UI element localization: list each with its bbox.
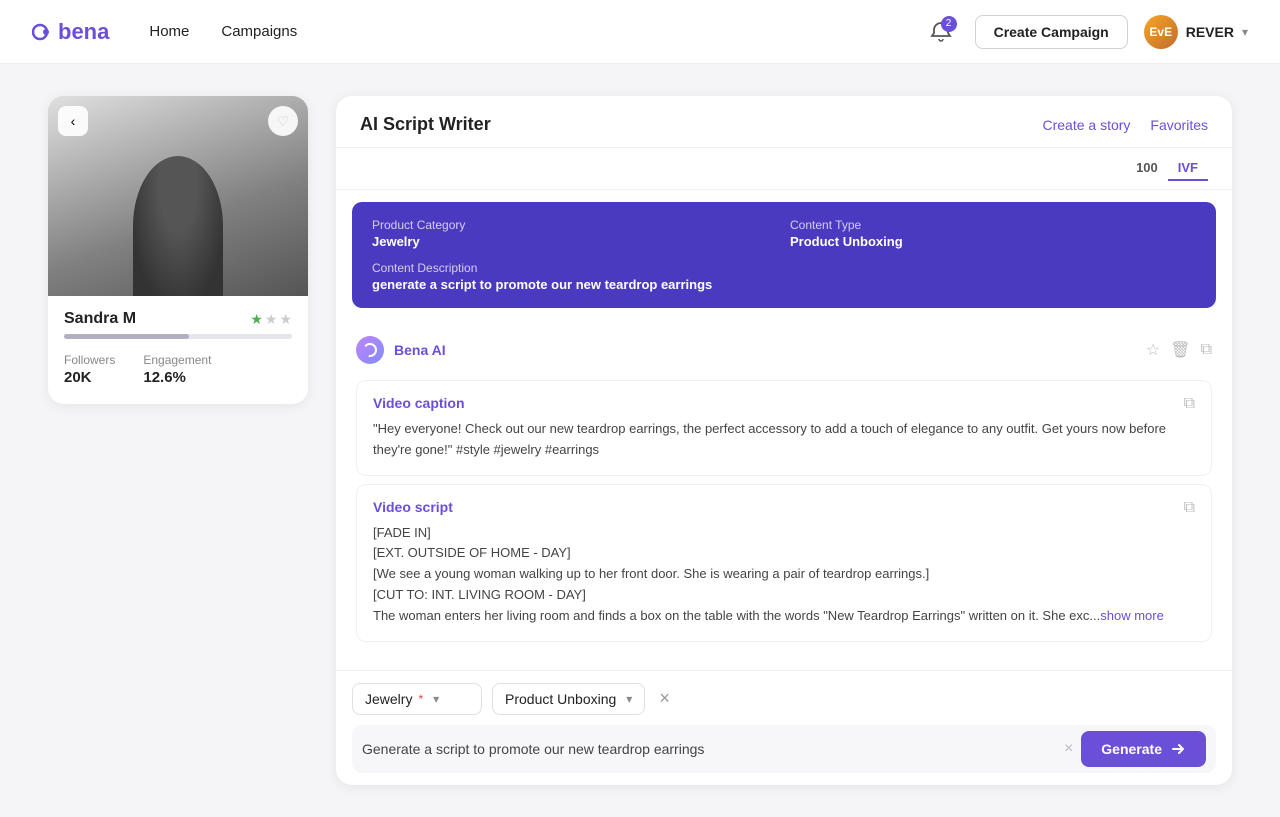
content-description-value: generate a script to promote our new tea… xyxy=(372,277,1196,292)
header-actions: Create a story Favorites xyxy=(1042,117,1208,133)
ai-avatar-row: Bena AI xyxy=(356,336,446,364)
content-description-field: Content Description generate a script to… xyxy=(372,261,1196,292)
create-story-link[interactable]: Create a story xyxy=(1042,117,1130,133)
chevron-down-icon: ▾ xyxy=(1242,25,1248,39)
influencer-card: ‹ ♡ Sandra M ★ ★ ★ Followers xyxy=(48,96,308,404)
ai-delete-button[interactable]: 🗑 xyxy=(1170,340,1190,360)
summary-grid: Product Category Jewelry Content Type Pr… xyxy=(372,218,1196,249)
category-chevron-icon: ▾ xyxy=(433,692,439,706)
script-header: AI Script Writer Create a story Favorite… xyxy=(336,96,1232,148)
influencer-info: Sandra M ★ ★ ★ Followers 20K xyxy=(48,296,308,404)
video-caption-section: Video caption ⧉ "Hey everyone! Check out… xyxy=(356,380,1212,476)
user-menu[interactable]: EvE REVER ▾ xyxy=(1144,15,1248,49)
nav-links: Home Campaigns xyxy=(149,23,297,40)
generate-label: Generate xyxy=(1101,741,1162,757)
followers-stat: Followers 20K xyxy=(64,353,115,386)
notif-badge: 2 xyxy=(941,16,957,32)
script-line-3: [We see a young woman walking up to her … xyxy=(373,564,1195,585)
product-category-field: Product Category Jewelry xyxy=(372,218,778,249)
ai-response-block: Bena AI ☆ 🗑 ⧉ Video caption ⧉ "Hey every… xyxy=(336,320,1232,658)
progress-bar xyxy=(64,334,292,339)
ai-response-header: Bena AI ☆ 🗑 ⧉ xyxy=(352,328,1216,372)
ai-actions: ☆ 🗑 ⧉ xyxy=(1146,340,1212,360)
close-dropdowns-button[interactable]: × xyxy=(655,684,674,713)
video-caption-title: Video caption xyxy=(373,395,465,411)
ai-star-button[interactable]: ☆ xyxy=(1146,340,1160,360)
show-more-link[interactable]: show more xyxy=(1100,608,1164,623)
followers-value: 20K xyxy=(64,369,115,386)
engagement-label: Engagement xyxy=(143,353,211,367)
score-tabs: 100 IVF xyxy=(336,148,1232,190)
create-campaign-button[interactable]: Create Campaign xyxy=(975,15,1128,49)
script-title: AI Script Writer xyxy=(360,114,491,135)
star-2: ★ xyxy=(265,311,278,328)
video-caption-text: "Hey everyone! Check out our new teardro… xyxy=(373,419,1195,461)
left-panel: ‹ ♡ Sandra M ★ ★ ★ Followers xyxy=(48,96,308,785)
video-script-header: Video script ⧉ xyxy=(373,499,1195,523)
script-content: Product Category Jewelry Content Type Pr… xyxy=(336,190,1232,670)
prompt-input-row: × Generate xyxy=(352,725,1216,773)
influencer-image-wrapper: ‹ ♡ xyxy=(48,96,308,296)
favorites-link[interactable]: Favorites xyxy=(1150,117,1208,133)
logo: bena xyxy=(32,19,109,45)
prompt-input[interactable] xyxy=(362,741,1056,757)
bottom-bar: Jewelry * ▾ Product Unboxing ▾ × × Gener… xyxy=(336,670,1232,785)
summary-box: Product Category Jewelry Content Type Pr… xyxy=(352,202,1216,308)
ai-expand-button[interactable]: ⧉ xyxy=(1201,340,1212,360)
engagement-value: 12.6% xyxy=(143,369,211,386)
nav-campaigns[interactable]: Campaigns xyxy=(221,23,297,40)
dropdowns-row: Jewelry * ▾ Product Unboxing ▾ × xyxy=(352,683,1216,715)
ai-spinner-icon xyxy=(356,336,384,364)
script-line-5: The woman enters her living room and fin… xyxy=(373,606,1195,627)
nav-home[interactable]: Home xyxy=(149,23,189,40)
ai-name: Bena AI xyxy=(394,342,446,358)
progress-bar-fill xyxy=(64,334,189,339)
score-tab-ivf[interactable]: IVF xyxy=(1168,156,1208,181)
script-line-4: [CUT TO: INT. LIVING ROOM - DAY] xyxy=(373,585,1195,606)
script-line-2: [EXT. OUTSIDE OF HOME - DAY] xyxy=(373,543,1195,564)
category-label: Jewelry xyxy=(365,691,412,707)
content-type-value: Product Unboxing xyxy=(790,234,1196,249)
star-rating: ★ ★ ★ xyxy=(250,311,292,328)
generate-button[interactable]: Generate xyxy=(1081,731,1206,767)
navbar: bena Home Campaigns 2 Create Campaign Ev… xyxy=(0,0,1280,64)
followers-label: Followers xyxy=(64,353,115,367)
content-type-label: Product Unboxing xyxy=(505,691,616,707)
script-line-1: [FADE IN] xyxy=(373,523,1195,544)
video-script-title: Video script xyxy=(373,499,453,515)
copy-caption-button[interactable]: ⧉ xyxy=(1184,395,1195,413)
influencer-name-row: Sandra M ★ ★ ★ xyxy=(64,310,292,328)
right-panel: AI Script Writer Create a story Favorite… xyxy=(336,96,1232,785)
required-indicator: * xyxy=(418,692,423,706)
nav-right: 2 Create Campaign EvE REVER ▾ xyxy=(923,14,1248,50)
content-type-field: Content Type Product Unboxing xyxy=(790,218,1196,249)
star-1: ★ xyxy=(250,311,263,328)
video-script-text: [FADE IN] [EXT. OUTSIDE OF HOME - DAY] [… xyxy=(373,523,1195,627)
category-dropdown[interactable]: Jewelry * ▾ xyxy=(352,683,482,715)
favorite-button[interactable]: ♡ xyxy=(268,106,298,136)
back-button[interactable]: ‹ xyxy=(58,106,88,136)
score-tab-100[interactable]: 100 xyxy=(1126,156,1168,181)
content-type-label: Content Type xyxy=(790,218,1196,232)
clear-input-button[interactable]: × xyxy=(1064,740,1073,758)
video-caption-header: Video caption ⧉ xyxy=(373,395,1195,419)
content-type-dropdown[interactable]: Product Unboxing ▾ xyxy=(492,683,645,715)
video-script-section: Video script ⧉ [FADE IN] [EXT. OUTSIDE O… xyxy=(356,484,1212,642)
stats-row: Followers 20K Engagement 12.6% xyxy=(64,353,292,386)
main-layout: ‹ ♡ Sandra M ★ ★ ★ Followers xyxy=(0,64,1280,817)
copy-script-button[interactable]: ⧉ xyxy=(1184,499,1195,517)
star-3: ★ xyxy=(279,311,292,328)
content-type-chevron-icon: ▾ xyxy=(626,692,632,706)
notifications-button[interactable]: 2 xyxy=(923,14,959,50)
avatar: EvE xyxy=(1144,15,1178,49)
product-category-label: Product Category xyxy=(372,218,778,232)
user-name: REVER xyxy=(1186,24,1234,40)
engagement-stat: Engagement 12.6% xyxy=(143,353,211,386)
content-description-label: Content Description xyxy=(372,261,1196,275)
product-category-value: Jewelry xyxy=(372,234,778,249)
influencer-name: Sandra M xyxy=(64,310,136,328)
